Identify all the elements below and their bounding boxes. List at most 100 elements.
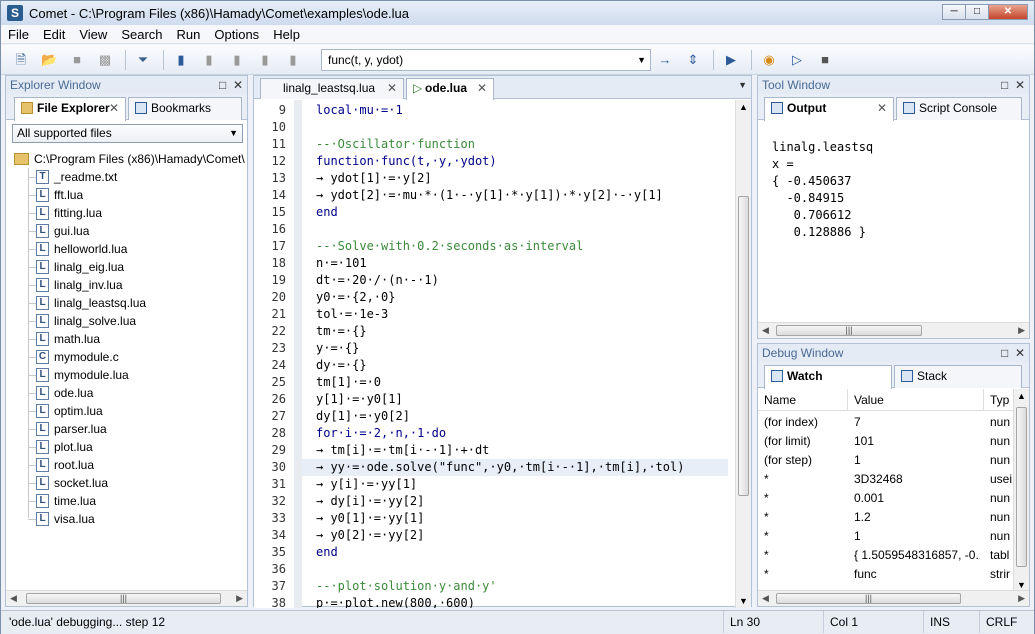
menu-file[interactable]: File (1, 27, 36, 42)
code-line[interactable]: → y0[1]·=·yy[1] (316, 510, 424, 527)
function-list-select[interactable]: func(t, y, ydot) ▼ (321, 49, 651, 71)
tab-menu-icon[interactable]: ▼ (738, 80, 747, 90)
watch-row[interactable]: * 0.001 nun (758, 489, 1013, 508)
bookmark-next-icon[interactable]: ▮ (229, 52, 245, 68)
column-header-value[interactable]: Value (848, 389, 984, 411)
bookmark-up-icon[interactable]: ▮ (257, 52, 273, 68)
code-line[interactable]: --·Solve·with·0.2·seconds·as·interval (316, 238, 583, 255)
menu-edit[interactable]: Edit (36, 27, 72, 42)
goto-arrow-icon[interactable]: → (657, 52, 673, 68)
code-line[interactable]: → ydot[1]·=·y[2] (316, 170, 432, 187)
close-icon[interactable]: ✕ (387, 79, 397, 98)
code-line[interactable]: tol·=·1e-3 (316, 306, 388, 323)
code-line[interactable]: y[1]·=·y0[1] (316, 391, 403, 408)
editor-vscroll[interactable]: ▲ ▼ (735, 100, 751, 608)
watch-row[interactable]: * func strir (758, 565, 1013, 584)
tab-linalg-leastsq[interactable]: linalg_leastsq.lua ✕ (260, 78, 404, 99)
code-line[interactable]: tm·=·{} (316, 323, 367, 340)
bookmark-prev-icon[interactable]: ▮ (201, 52, 217, 68)
code-line[interactable]: local·mu·=·1 (316, 102, 403, 119)
file-label: linalg_eig.lua (54, 260, 125, 274)
menu-search[interactable]: Search (114, 27, 169, 42)
watch-row[interactable]: * 1.2 nun (758, 508, 1013, 527)
code-line[interactable]: tm[1]·=·0 (316, 374, 381, 391)
code-line[interactable]: dy·=·{} (316, 357, 367, 374)
minimize-button[interactable]: ─ (942, 4, 966, 20)
tab-script-console[interactable]: Script Console (896, 97, 1022, 120)
output-text[interactable]: linalg.leastsq x = { -0.450637 -0.84915 … (758, 121, 1029, 321)
maximize-button[interactable]: □ (965, 4, 989, 20)
file-lua-icon: L (36, 260, 49, 274)
code-line[interactable]: n·=·101 (316, 255, 367, 272)
run-icon[interactable]: ▶ (723, 52, 739, 68)
menu-view[interactable]: View (72, 27, 114, 42)
watch-row[interactable]: (for limit) 101 nun (758, 432, 1013, 451)
save-icon[interactable]: ■ (69, 52, 85, 68)
watch-hscroll[interactable]: ◀ ||| ▶ (758, 590, 1029, 606)
code-line[interactable]: p·=·plot.new(800,·600) (316, 595, 475, 608)
restore-icon[interactable]: □ (1001, 78, 1008, 92)
explorer-hscroll[interactable]: ◀ ||| ▶ (6, 590, 247, 606)
updown-icon[interactable]: ⇕ (685, 52, 701, 68)
debug-icon[interactable]: ◉ (761, 52, 777, 68)
tab-stack[interactable]: Stack (894, 365, 1022, 388)
tab-output[interactable]: Output ✕ (764, 97, 894, 121)
line-number: 26 (271, 392, 286, 406)
open-folder-icon[interactable]: 📂 (41, 52, 57, 68)
code-line[interactable]: dt·=·20·/·(n·-·1) (316, 272, 439, 289)
column-header-name[interactable]: Name (758, 389, 848, 411)
close-icon[interactable]: ✕ (109, 98, 119, 119)
new-file-icon[interactable]: 🗎 (13, 52, 29, 68)
file-filter-select[interactable]: All supported files ▼ (12, 124, 243, 143)
menu-run[interactable]: Run (170, 27, 208, 42)
tab-watch[interactable]: Watch (764, 365, 892, 389)
menu-help[interactable]: Help (266, 27, 307, 42)
line-number: 14 (271, 188, 286, 202)
watch-row[interactable]: * 1 nun (758, 527, 1013, 546)
menu-options[interactable]: Options (207, 27, 266, 42)
code-area[interactable]: local·mu·=·1 --·Oscillator·function functi… (302, 100, 736, 608)
close-icon[interactable]: ✕ (477, 79, 487, 98)
code-line[interactable]: dy[1]·=·y0[2] (316, 408, 410, 425)
output-hscroll[interactable]: ◀ ||| ▶ (758, 322, 1029, 338)
code-line[interactable]: y0·=·{2,·0} (316, 289, 395, 306)
code-line[interactable]: end (316, 544, 338, 561)
close-icon[interactable]: ✕ (1015, 346, 1025, 360)
chevron-down-icon[interactable]: ⏷ (135, 52, 151, 68)
stop-icon[interactable]: ■ (817, 52, 833, 68)
watch-name: * (764, 567, 769, 581)
tab-file-explorer[interactable]: File Explorer ✕ (14, 97, 126, 121)
bookmark-icon[interactable]: ▮ (173, 52, 189, 68)
code-line[interactable]: --·plot·solution·y·and·y' (316, 578, 497, 595)
step-icon[interactable]: ▷ (789, 52, 805, 68)
watch-row[interactable]: (for index) 7 nun (758, 413, 1013, 432)
code-line[interactable]: → ydot[2]·=·mu·*·(1·-·y[1]·*·y[1])·*·y[2… (316, 187, 663, 204)
tab-bookmarks[interactable]: Bookmarks (128, 97, 242, 120)
file-lua-icon: L (36, 386, 49, 400)
code-line[interactable]: for·i·=·2,·n,·1·do (316, 425, 446, 442)
close-icon[interactable]: ✕ (1015, 78, 1025, 92)
close-icon[interactable]: ✕ (877, 98, 887, 119)
watch-row[interactable]: * { 1.5059548316857, -0.... tabl (758, 546, 1013, 565)
code-line[interactable]: y·=·{} (316, 340, 359, 357)
watch-row[interactable]: * 3D32468 usei (758, 470, 1013, 489)
bookmark-down-icon[interactable]: ▮ (285, 52, 301, 68)
code-line[interactable]: → yy·=·ode.solve("func",·y0,·tm[i·-·1],·… (302, 459, 728, 476)
code-line[interactable]: → y[i]·=·yy[1] (316, 476, 417, 493)
code-line[interactable]: end (316, 204, 338, 221)
watch-row[interactable]: (for step) 1 nun (758, 451, 1013, 470)
tab-ode[interactable]: ▷ ode.lua ✕ (406, 78, 494, 100)
code-line[interactable]: → tm[i]·=·tm[i·-·1]·+·dt (316, 442, 489, 459)
code-line[interactable]: --·Oscillator·function (316, 136, 475, 153)
save-all-icon[interactable]: ▩ (97, 52, 113, 68)
code-line[interactable]: function·func(t,·y,·ydot) (316, 153, 497, 170)
close-button[interactable]: ✕ (988, 4, 1028, 20)
code-line[interactable]: → y0[2]·=·yy[2] (316, 527, 424, 544)
code-line[interactable]: → dy[i]·=·yy[2] (316, 493, 424, 510)
restore-icon[interactable]: □ (219, 78, 226, 92)
column-header-type[interactable]: Typ (984, 389, 1013, 411)
watch-vscroll[interactable]: ▲ ▼ (1013, 389, 1029, 592)
file-label: linalg_inv.lua (54, 278, 123, 292)
restore-icon[interactable]: □ (1001, 346, 1008, 360)
close-icon[interactable]: ✕ (233, 78, 243, 92)
